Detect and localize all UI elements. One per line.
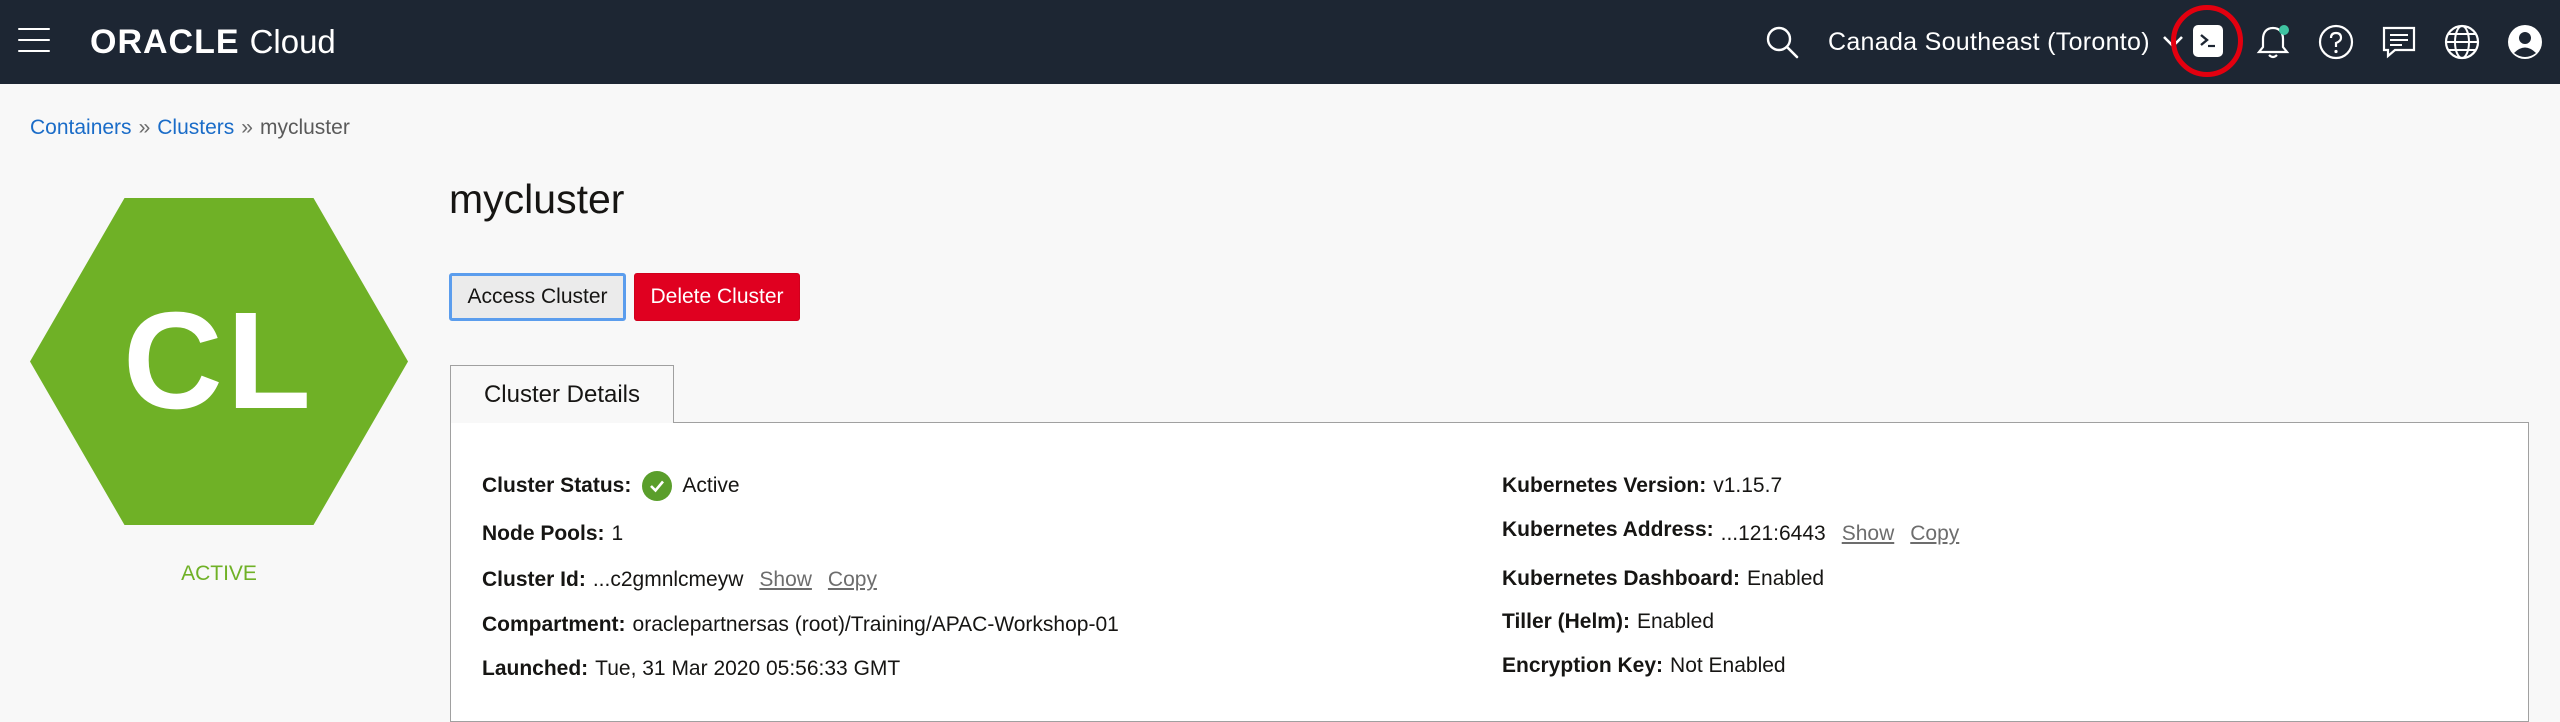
detail-cluster-id: Cluster Id: ...c2gmnlcmeyw Show Copy <box>482 565 877 595</box>
chat-icon[interactable] <box>2377 20 2421 64</box>
detail-encryption-key: Encryption Key: Not Enabled <box>1502 652 1786 680</box>
detail-label: Encryption Key: <box>1502 654 1664 677</box>
detail-value: 1 <box>611 522 624 545</box>
detail-kubernetes-dashboard: Kubernetes Dashboard: Enabled <box>1502 565 1824 593</box>
notification-dot <box>2279 25 2289 35</box>
user-icon[interactable] <box>2503 20 2547 64</box>
breadcrumb-separator: » <box>138 116 151 139</box>
region-label: Canada Southeast (Toronto) <box>1828 27 2150 56</box>
detail-label: Node Pools: <box>482 522 605 545</box>
bell-icon[interactable] <box>2251 20 2295 64</box>
detail-label: Kubernetes Address: <box>1502 518 1714 541</box>
show-kubernetes-address-link[interactable]: Show <box>1842 522 1895 546</box>
cluster-details-panel: Cluster Status: Active Node Pools: 1 Clu… <box>450 422 2529 722</box>
detail-node-pools: Node Pools: 1 <box>482 520 623 548</box>
detail-label: Kubernetes Dashboard: <box>1502 567 1741 590</box>
copy-kubernetes-address-link[interactable]: Copy <box>1910 522 1959 546</box>
hexagon-initials: CL <box>123 284 315 438</box>
top-navigation-bar: ORACLE Cloud Canada Southeast (Toronto) <box>0 0 2560 84</box>
detail-value: Enabled <box>1636 610 1715 633</box>
detail-label: Launched: <box>482 657 589 680</box>
globe-icon[interactable] <box>2440 20 2484 64</box>
detail-launched: Launched: Tue, 31 Mar 2020 05:56:33 GMT <box>482 655 900 683</box>
detail-label: Compartment: <box>482 613 626 636</box>
breadcrumb-containers[interactable]: Containers <box>30 116 132 139</box>
detail-kubernetes-version: Kubernetes Version: v1.15.7 <box>1502 472 1782 500</box>
copy-cluster-id-link[interactable]: Copy <box>828 568 877 592</box>
checkmark-icon <box>642 471 673 501</box>
detail-compartment: Compartment: oraclepartnersas (root)/Tra… <box>482 611 1119 639</box>
detail-label: Cluster Status: <box>482 474 632 497</box>
detail-value: oraclepartnersas (root)/Training/APAC-Wo… <box>632 613 1119 636</box>
detail-kubernetes-address: Kubernetes Address: ...121:6443 Show Cop… <box>1502 515 1959 545</box>
detail-value: Not Enabled <box>1670 654 1786 677</box>
page-title: mycluster <box>449 176 625 222</box>
detail-label: Cluster Id: <box>482 568 586 591</box>
oracle-cloud-logo[interactable]: ORACLE Cloud <box>90 20 336 64</box>
detail-value: Tue, 31 Mar 2020 05:56:33 GMT <box>595 657 901 680</box>
breadcrumb-current: mycluster <box>259 116 350 139</box>
cluster-hexagon: CL <box>30 198 408 525</box>
detail-value: v1.15.7 <box>1713 474 1783 497</box>
access-cluster-button[interactable]: Access Cluster <box>449 273 626 321</box>
breadcrumb-separator: » <box>241 116 253 139</box>
detail-label: Tiller (Helm): <box>1502 610 1630 633</box>
detail-value: ...c2gmnlcmeyw <box>592 568 744 591</box>
region-selector[interactable]: Canada Southeast (Toronto) <box>1828 24 2184 60</box>
detail-tiller-helm: Tiller (Helm): Enabled <box>1502 608 1714 636</box>
detail-value: Enabled <box>1747 567 1825 590</box>
help-icon[interactable] <box>2314 20 2358 64</box>
logo-brand: ORACLE <box>90 22 240 61</box>
detail-label: Kubernetes Version: <box>1502 474 1707 497</box>
show-cluster-id-link[interactable]: Show <box>759 568 812 592</box>
detail-value: Active <box>682 474 740 497</box>
cloud-shell-icon[interactable] <box>2193 25 2223 57</box>
detail-cluster-status: Cluster Status: Active <box>482 469 740 503</box>
breadcrumb-clusters[interactable]: Clusters <box>157 116 234 139</box>
search-icon[interactable] <box>1760 20 1804 64</box>
tab-cluster-details[interactable]: Cluster Details <box>450 365 674 423</box>
menu-icon[interactable] <box>18 28 50 56</box>
logo-product: Cloud <box>249 23 336 60</box>
delete-cluster-button[interactable]: Delete Cluster <box>634 273 800 321</box>
breadcrumb: Containers » Clusters » mycluster <box>30 116 350 140</box>
hexagon-status-label: ACTIVE <box>181 562 257 585</box>
detail-value: ...121:6443 <box>1720 522 1826 545</box>
